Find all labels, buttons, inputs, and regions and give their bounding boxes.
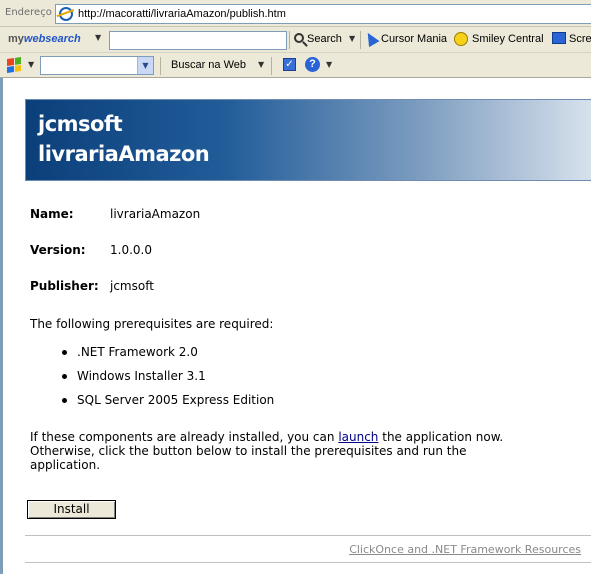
header-banner: jcmsoft livrariaAmazon xyxy=(25,99,591,181)
screen-icon xyxy=(552,32,566,44)
list-item: SQL Server 2005 Express Edition xyxy=(62,393,274,417)
smiley-icon xyxy=(454,32,468,46)
mywebsearch-logo[interactable]: mywebsearch xyxy=(8,33,81,45)
address-input[interactable]: http://macoratti/livrariaAmazon/publish.… xyxy=(55,4,591,24)
toolbar-divider xyxy=(271,57,272,75)
smiley-central-button[interactable]: Smiley Central xyxy=(472,33,544,45)
publisher-value: jcmsoft xyxy=(110,279,154,293)
help-icon[interactable]: ? xyxy=(305,57,320,72)
install-button[interactable]: Install xyxy=(27,500,116,519)
screensaver-button[interactable]: Scre xyxy=(569,33,591,45)
list-item: .NET Framework 2.0 xyxy=(62,345,274,369)
publisher-heading: jcmsoft xyxy=(38,112,123,136)
search-button[interactable]: Search xyxy=(307,33,342,45)
search-combo[interactable]: ▼ xyxy=(40,56,154,75)
toolbar-divider xyxy=(160,57,161,75)
version-value: 1.0.0.0 xyxy=(110,243,152,257)
prerequisites-list: .NET Framework 2.0 Windows Installer 3.1… xyxy=(62,345,274,417)
cursor-icon xyxy=(362,29,380,48)
chevron-down-icon[interactable]: ▼ xyxy=(326,60,332,69)
list-item: Windows Installer 3.1 xyxy=(62,369,274,393)
search-toolbar: ▼ ▼ Buscar na Web ▼ ✓ ? ▼ xyxy=(0,53,591,78)
chevron-down-icon[interactable]: ▼ xyxy=(258,60,264,69)
chevron-down-icon[interactable]: ▼ xyxy=(349,34,355,43)
websearch-toolbar: mywebsearch ▼ Search ▼ Cursor Mania Smil… xyxy=(0,27,591,53)
install-note: If these components are already installe… xyxy=(30,430,530,472)
version-label: Version: xyxy=(30,243,86,257)
publisher-label: Publisher: xyxy=(30,279,99,293)
address-url: http://macoratti/livrariaAmazon/publish.… xyxy=(78,8,286,20)
buscar-na-web-button[interactable]: Buscar na Web xyxy=(171,59,246,71)
product-heading: livrariaAmazon xyxy=(38,142,210,166)
address-bar: Endereço http://macoratti/livrariaAmazon… xyxy=(0,0,591,27)
websearch-input[interactable] xyxy=(109,31,287,50)
toolbar-divider xyxy=(360,31,361,49)
divider xyxy=(25,562,591,563)
ie-page-icon xyxy=(59,7,73,21)
name-value: livrariaAmazon xyxy=(110,207,201,221)
launch-link[interactable]: launch xyxy=(338,430,378,444)
name-label: Name: xyxy=(30,207,74,221)
checkbox-icon[interactable]: ✓ xyxy=(283,58,296,71)
divider xyxy=(25,535,591,536)
chevron-down-icon[interactable]: ▼ xyxy=(137,57,153,74)
prerequisites-intro: The following prerequisites are required… xyxy=(30,317,274,331)
toolbar-divider xyxy=(289,31,290,49)
window-border xyxy=(0,78,3,574)
note-text-before: If these components are already installe… xyxy=(30,430,339,444)
search-icon xyxy=(294,33,304,43)
chevron-down-icon[interactable]: ▼ xyxy=(95,33,101,42)
clickonce-resources-link[interactable]: ClickOnce and .NET Framework Resources xyxy=(349,543,581,556)
windows-logo-icon[interactable] xyxy=(7,57,21,73)
address-label: Endereço xyxy=(5,7,52,18)
chevron-down-icon[interactable]: ▼ xyxy=(28,60,34,69)
cursor-mania-button[interactable]: Cursor Mania xyxy=(381,33,447,45)
